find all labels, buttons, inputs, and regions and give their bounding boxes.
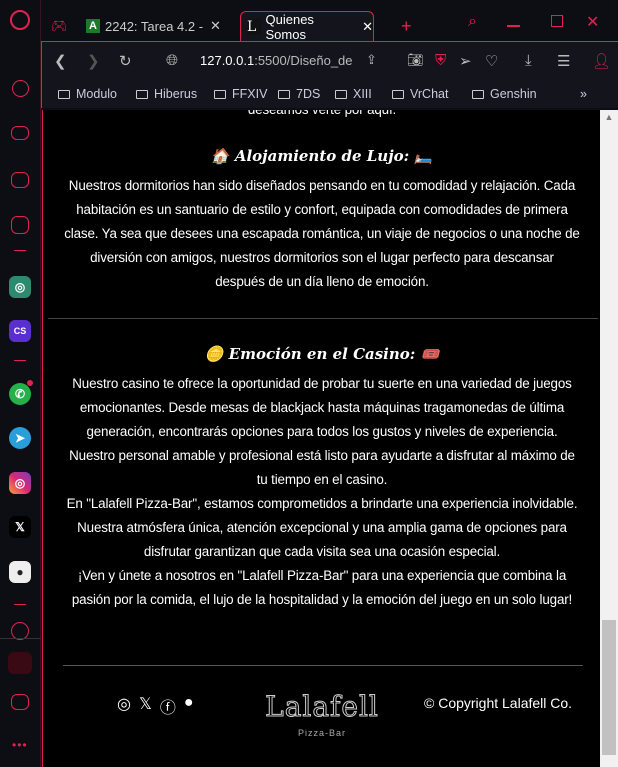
bookmark-hiberus[interactable]: Hiberus — [136, 87, 197, 101]
divider — [48, 318, 598, 319]
tab-label: 2242: Tarea 4.2 - Cr — [105, 18, 205, 34]
notification-dot — [27, 380, 33, 386]
bookmark-vrchat[interactable]: VrChat — [392, 87, 448, 101]
gaming-icon[interactable]: 🎮︎ — [51, 12, 68, 40]
telegram-icon[interactable]: ➤ — [9, 427, 31, 449]
text-line: diversión con amigos, nuestros dormitori… — [90, 250, 554, 265]
folder-icon — [472, 89, 484, 99]
copyright: © Copyright Lalafell Co. — [424, 695, 573, 711]
profile-icon[interactable]: 👤︎ — [592, 52, 611, 70]
twitch-icon[interactable] — [11, 172, 29, 188]
text-line: En "Lalafell Pizza-Bar", estamos comprom… — [66, 496, 578, 511]
text-line: tu tiempo en el casino. — [256, 472, 388, 487]
tab-tarea[interactable]: A 2242: Tarea 4.2 - Cr ✕ — [86, 12, 236, 40]
back-icon[interactable]: ❮ — [54, 52, 67, 70]
text-line: disfrutar garantizan que cada visita sea… — [143, 544, 501, 559]
more-bookmarks-icon[interactable]: » — [580, 87, 587, 101]
download-icon[interactable]: ⤓ — [525, 52, 532, 69]
x-icon[interactable]: 𝕏 — [139, 694, 152, 718]
text-line: después de un día lleno de emoción. — [215, 274, 429, 289]
folder-icon — [214, 89, 226, 99]
forward-icon[interactable]: ❯ — [87, 52, 100, 70]
facebook-icon[interactable]: ⓕ — [160, 694, 176, 718]
adblock-shield-icon[interactable]: ⛨ — [435, 52, 446, 69]
x-icon[interactable]: 𝕏 — [9, 516, 31, 538]
text-line: Nuestra atmósfera única, atención excepc… — [77, 520, 567, 535]
footer-divider — [63, 665, 583, 666]
bookmark-modulo[interactable]: Modulo — [58, 87, 117, 101]
close-tab-icon[interactable]: ✕ — [362, 19, 373, 35]
instagram-icon[interactable]: ◎ — [9, 472, 31, 494]
browser-sidebar: ◎ CS ✆ ➤ ◎ 𝕏 ● ••• — [0, 0, 41, 767]
globe-icon: 🌐︎ — [166, 52, 179, 69]
speed-dial-icon[interactable] — [12, 80, 29, 97]
social-links: ◎ 𝕏 ⓕ ● — [117, 694, 194, 718]
text-line: Nuestro personal amable y profesional es… — [69, 448, 575, 463]
bookmark-xiii[interactable]: XIII — [335, 87, 372, 101]
text-line: Nuestros dormitorios han sido diseñados … — [68, 178, 576, 193]
bookmark-ffxiv[interactable]: FFXIV — [214, 87, 267, 101]
chatgpt-icon[interactable]: ◎ — [9, 276, 31, 298]
text-line: habitación es un santuario de estilo y c… — [76, 202, 568, 217]
discord-icon[interactable]: ● — [184, 694, 194, 718]
share-icon[interactable]: ⇪ — [366, 52, 377, 68]
hardware-icon[interactable] — [11, 216, 29, 234]
tab-favicon: A — [86, 19, 100, 33]
tab-quienes-somos[interactable]: L Quienes Somos ✕ — [240, 11, 374, 42]
shopping-icon[interactable] — [11, 126, 29, 140]
text-line: pasión por la comida, el lujo de la hosp… — [71, 592, 573, 607]
section-text-alojamiento: Nuestros dormitorios han sido diseñados … — [43, 174, 600, 294]
opera-logo-icon[interactable] — [10, 10, 30, 30]
cs-icon[interactable]: CS — [9, 320, 31, 342]
discord-icon[interactable]: ● — [9, 561, 31, 583]
reload-icon[interactable]: ↻ — [119, 52, 132, 70]
close-window-button[interactable]: ✕ — [586, 8, 599, 36]
text-line: emocionantes. Desde mesas de blackjack h… — [79, 400, 565, 415]
section-heading-alojamiento: 🏠 Alojamiento de Lujo: 🛏️ — [210, 147, 434, 165]
tab-label: Quienes Somos — [265, 11, 314, 42]
easy-setup-icon[interactable]: ☰ — [557, 52, 570, 70]
folder-icon — [335, 89, 347, 99]
text-line: Nuestro casino te ofrece la oportunidad … — [72, 376, 572, 391]
section-heading-casino: 🪙 Emoción en el Casino: 🎟️ — [204, 345, 440, 363]
address-bar-area: ❮ ❯ ↻ 🌐︎ 127.0.0.1:5500/Diseño_de_Inte ⇪… — [41, 41, 618, 108]
folder-icon — [392, 89, 404, 99]
section-text-casino: Nuestro casino te ofrece la oportunidad … — [43, 372, 600, 612]
bookmark-genshin[interactable]: Genshin — [472, 87, 537, 101]
url-field[interactable]: 127.0.0.1:5500/Diseño_de_Inte — [200, 53, 352, 68]
maximize-button[interactable] — [551, 15, 563, 27]
text-line: ¡Ven y únete a nosotros en "Lalafell Piz… — [77, 568, 567, 583]
folder-icon — [58, 89, 70, 99]
tab-bar: 🎮︎ A 2242: Tarea 4.2 - Cr ✕ L Quienes So… — [41, 0, 618, 42]
folder-icon — [136, 89, 148, 99]
text-line: generación, encontrarás opciones para to… — [86, 424, 558, 439]
whatsapp-icon[interactable]: ✆ — [9, 383, 31, 405]
close-tab-icon[interactable]: ✕ — [210, 18, 221, 34]
active-page-icon[interactable] — [8, 652, 32, 674]
instagram-icon[interactable]: ◎ — [117, 694, 131, 718]
cut-text: deseamos verte por aquí. — [43, 110, 600, 122]
new-tab-button[interactable]: + — [401, 12, 412, 40]
logo: Lalafell — [265, 690, 379, 724]
send-icon[interactable]: ➢ — [459, 52, 472, 70]
minimize-button[interactable] — [507, 25, 520, 27]
scrollbar-thumb[interactable] — [602, 620, 616, 755]
gallery-icon[interactable] — [11, 694, 29, 710]
folder-icon — [278, 89, 290, 99]
search-icon[interactable]: ⌕ — [468, 8, 477, 36]
camera-icon[interactable]: 📷︎ — [407, 52, 424, 68]
page-content: deseamos verte por aquí. 🏠 Alojamiento d… — [42, 110, 600, 767]
text-line: clase. Ya sea que desees una escapada ro… — [64, 226, 580, 241]
tab-favicon: L — [247, 18, 261, 35]
bookmark-7ds[interactable]: 7DS — [278, 87, 320, 101]
heart-icon[interactable]: ♡ — [485, 52, 498, 70]
logo-subtitle: Pizza-Bar — [297, 728, 346, 738]
more-icon[interactable]: ••• — [12, 738, 28, 752]
